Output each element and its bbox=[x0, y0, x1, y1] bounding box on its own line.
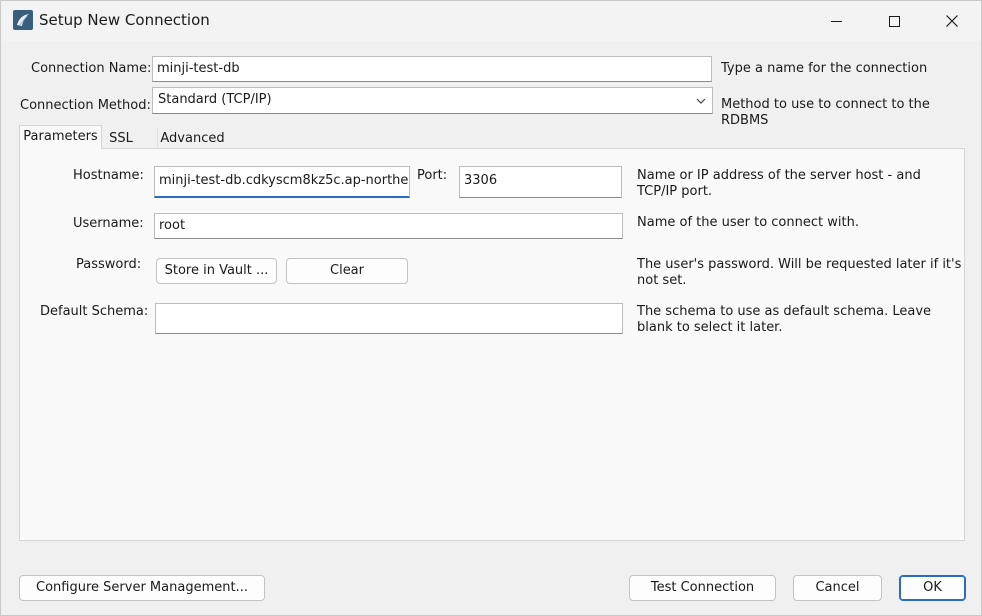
username-input[interactable]: root bbox=[154, 213, 623, 239]
default-schema-hint-line-2: blank to select it later. bbox=[637, 320, 783, 335]
title-bar: Setup New Connection bbox=[1, 1, 981, 41]
password-hint-line-2: not set. bbox=[637, 273, 687, 288]
parameters-panel bbox=[19, 148, 965, 541]
username-label: Username: bbox=[73, 216, 144, 231]
connection-method-select[interactable]: Standard (TCP/IP) bbox=[152, 87, 713, 114]
minimize-button[interactable] bbox=[807, 1, 865, 41]
hostname-input[interactable]: minji-test-db.cdkyscm8kz5c.ap-northeast bbox=[154, 166, 410, 198]
clear-password-button[interactable]: Clear bbox=[286, 258, 408, 284]
port-label: Port: bbox=[417, 168, 448, 183]
configure-server-management-button[interactable]: Configure Server Management... bbox=[19, 575, 265, 601]
connection-method-hint: Method to use to connect to the RDBMS bbox=[721, 97, 930, 128]
close-icon bbox=[946, 15, 958, 27]
hostname-label: Hostname: bbox=[73, 168, 144, 183]
default-schema-hint-line-1: The schema to use as default schema. Lea… bbox=[637, 304, 932, 319]
ok-button[interactable]: OK bbox=[899, 575, 966, 601]
connection-method-value: Standard (TCP/IP) bbox=[158, 92, 272, 107]
window-title: Setup New Connection bbox=[39, 11, 210, 29]
close-button[interactable] bbox=[923, 1, 981, 41]
mysql-workbench-icon bbox=[13, 10, 33, 30]
port-input[interactable]: 3306 bbox=[459, 166, 622, 198]
hostname-hint-line-2: TCP/IP port. bbox=[637, 184, 713, 199]
default-schema-label: Default Schema: bbox=[40, 304, 149, 319]
minimize-icon bbox=[830, 20, 842, 22]
password-label: Password: bbox=[76, 257, 142, 272]
test-connection-button[interactable]: Test Connection bbox=[629, 575, 776, 601]
username-hint: Name of the user to connect with. bbox=[637, 215, 859, 230]
chevron-down-icon bbox=[696, 98, 706, 104]
tab-parameters[interactable]: Parameters bbox=[19, 125, 102, 149]
password-hint-line-1: The user's password. Will be requested l… bbox=[637, 257, 962, 272]
store-in-vault-button[interactable]: Store in Vault ... bbox=[156, 258, 277, 284]
maximize-icon bbox=[888, 15, 900, 27]
connection-name-input[interactable]: minji-test-db bbox=[152, 56, 712, 82]
cancel-button[interactable]: Cancel bbox=[793, 575, 882, 601]
connection-name-hint: Type a name for the connection bbox=[721, 61, 928, 76]
connection-name-label: Connection Name: bbox=[31, 61, 152, 76]
connection-method-label: Connection Method: bbox=[20, 98, 151, 113]
setup-connection-dialog: Setup New Connection Connection Name: mi… bbox=[0, 0, 982, 616]
hostname-hint-line-1: Name or IP address of the server host - … bbox=[637, 168, 921, 183]
maximize-button[interactable] bbox=[865, 1, 923, 41]
default-schema-input[interactable] bbox=[155, 303, 623, 334]
